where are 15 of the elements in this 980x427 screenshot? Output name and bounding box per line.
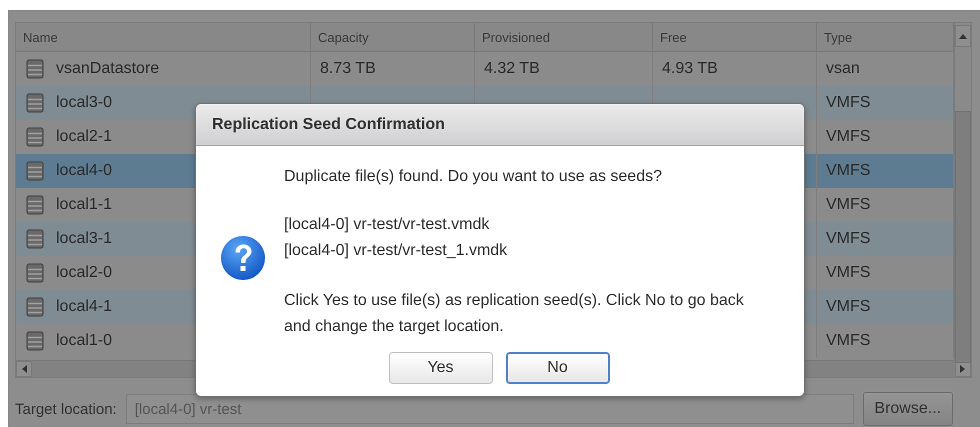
table-cell: local4-0 bbox=[56, 162, 112, 180]
table-cell: vsanDatastore bbox=[56, 60, 160, 78]
table-cell: local1-1 bbox=[56, 196, 112, 214]
table-cell: local4-1 bbox=[56, 298, 112, 316]
dialog-message: Click Yes to use file(s) as replication seed(s). Click No to go back and change the target location. bbox=[284, 291, 745, 337]
table-cell: local1-0 bbox=[56, 332, 112, 350]
field-label: Target location: bbox=[15, 400, 117, 418]
dialog-message: Duplicate file(s) found. Do you want to use as seeds? bbox=[284, 167, 663, 187]
table-cell: local2-1 bbox=[56, 128, 112, 146]
table-cell: local3-0 bbox=[56, 94, 112, 112]
file-path: [local4-0] vr-test/vr-test.vmdk bbox=[284, 215, 490, 235]
table-cell: local3-1 bbox=[56, 230, 112, 248]
table-cell: local2-0 bbox=[56, 264, 112, 282]
dialog-title: Replication Seed Confirmation bbox=[212, 116, 445, 134]
file-path: [local4-0] vr-test/vr-test_1.vmdk bbox=[284, 241, 508, 261]
